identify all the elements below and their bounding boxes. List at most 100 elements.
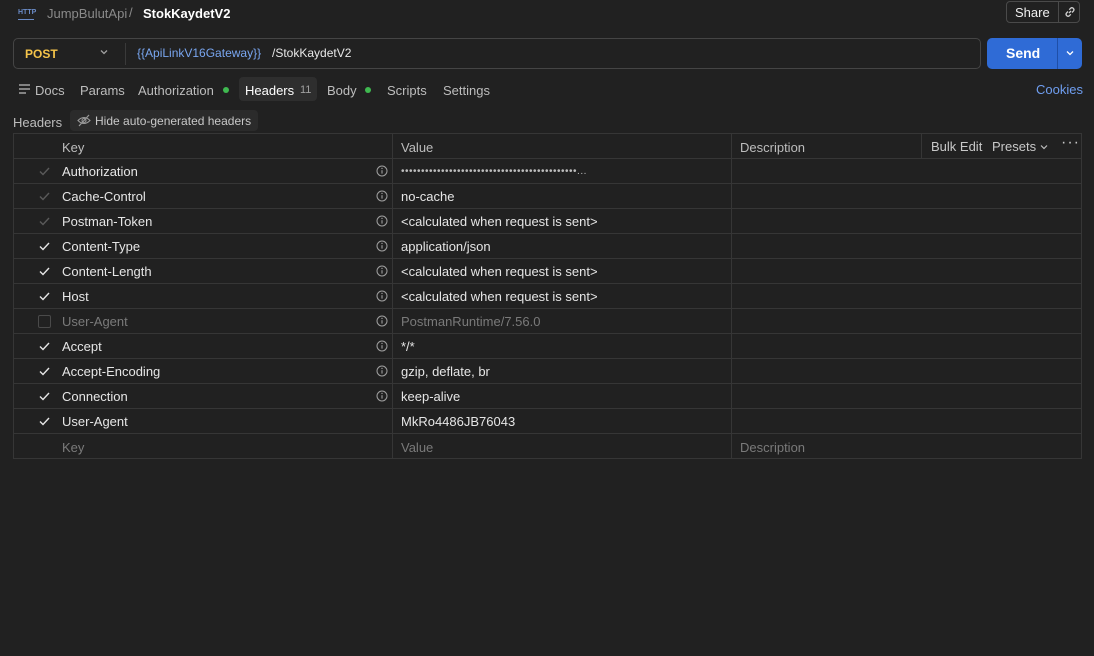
row-checkbox[interactable] [38, 340, 51, 353]
copy-link-icon[interactable] [1063, 5, 1077, 19]
new-header-row[interactable]: Key Value Description [14, 434, 1081, 459]
table-header-row: Key Value Description Bulk Edit Presets … [14, 134, 1081, 159]
authorization-status-dot [223, 87, 229, 93]
info-icon[interactable] [376, 315, 388, 327]
header-value[interactable]: application/json [401, 239, 491, 254]
row-checkbox[interactable] [38, 415, 51, 428]
tab-authorization[interactable]: Authorization [138, 83, 214, 98]
header-key[interactable]: Cache-Control [62, 189, 146, 204]
table-row[interactable]: Content-Length <calculated when request i… [14, 259, 1081, 284]
header-value[interactable]: <calculated when request is sent> [401, 214, 598, 229]
header-key[interactable]: Authorization [62, 164, 138, 179]
info-icon[interactable] [376, 265, 388, 277]
table-row[interactable]: User-Agent MkRo4486JB76043 [14, 409, 1081, 434]
header-key[interactable]: Content-Type [62, 239, 140, 254]
presets-button[interactable]: Presets [992, 139, 1036, 154]
eye-off-icon [77, 114, 91, 127]
new-value-input[interactable]: Value [401, 440, 433, 455]
column-description: Description [740, 140, 806, 155]
send-label: Send [1006, 45, 1041, 61]
tab-body[interactable]: Body [327, 83, 357, 98]
tab-params[interactable]: Params [80, 83, 125, 98]
header-value[interactable]: gzip, deflate, br [401, 364, 490, 379]
row-checkbox [39, 217, 50, 226]
header-key[interactable]: Postman-Token [62, 214, 152, 229]
header-value[interactable]: */* [401, 339, 415, 354]
table-row[interactable]: Connection keep-alive [14, 384, 1081, 409]
url-divider [125, 43, 126, 65]
table-row[interactable]: Cache-Control no-cache [14, 184, 1081, 209]
info-icon[interactable] [376, 240, 388, 252]
docs-icon [19, 84, 30, 94]
http-request-icon: HTTP [18, 7, 36, 20]
row-checkbox[interactable] [38, 290, 51, 303]
header-value[interactable]: ••••••••••••••••••••••••••••••••••••••••… [401, 166, 587, 177]
header-key[interactable]: Host [62, 289, 89, 304]
share-label: Share [1015, 5, 1050, 20]
headers-table: Key Value Description Bulk Edit Presets … [13, 133, 1082, 459]
header-key[interactable]: Content-Length [62, 264, 152, 279]
header-key[interactable]: Accept-Encoding [62, 364, 160, 379]
column-value: Value [401, 140, 434, 155]
table-row[interactable]: Accept */* [14, 334, 1081, 359]
header-key[interactable]: User-Agent [62, 414, 128, 429]
table-row[interactable]: Accept-Encoding gzip, deflate, br [14, 359, 1081, 384]
share-divider [1058, 2, 1059, 22]
header-value[interactable]: MkRo4486JB76043 [401, 414, 515, 429]
table-row[interactable]: Authorization •••••••••••••••••••••••••••… [14, 159, 1081, 184]
table-row[interactable]: Postman-Token <calculated when request is… [14, 209, 1081, 234]
send-divider [1057, 38, 1058, 69]
header-key[interactable]: Accept [62, 339, 102, 354]
tab-docs[interactable]: Docs [35, 83, 65, 98]
row-checkbox[interactable] [38, 365, 51, 378]
request-name[interactable]: StokKaydetV2 [143, 6, 230, 21]
new-description-input[interactable]: Description [740, 440, 805, 455]
row-checkbox[interactable] [38, 240, 51, 253]
header-value[interactable]: <calculated when request is sent> [401, 264, 598, 279]
url-path[interactable]: /StokKaydetV2 [272, 46, 351, 60]
method-select[interactable]: POST [25, 47, 58, 61]
send-button[interactable]: Send [987, 38, 1082, 69]
tab-scripts[interactable]: Scripts [387, 83, 427, 98]
table-row[interactable]: User-Agent PostmanRuntime/7.56.0 [14, 309, 1081, 334]
hide-auto-generated-button[interactable]: Hide auto-generated headers [70, 110, 258, 131]
row-checkbox[interactable] [38, 265, 51, 278]
more-options-icon[interactable]: ··· [1061, 134, 1080, 152]
row-checkbox[interactable] [38, 390, 51, 403]
new-key-input[interactable]: Key [62, 440, 84, 455]
column-key: Key [62, 140, 85, 155]
table-row[interactable]: Content-Type application/json [14, 234, 1081, 259]
info-icon[interactable] [376, 190, 388, 202]
table-row[interactable]: Host <calculated when request is sent> [14, 284, 1081, 309]
value-column-divider [731, 134, 732, 458]
tab-settings[interactable]: Settings [443, 83, 490, 98]
bulk-edit-button[interactable]: Bulk Edit [931, 139, 982, 154]
header-value[interactable]: keep-alive [401, 389, 460, 404]
info-icon[interactable] [376, 390, 388, 402]
url-variable[interactable]: {{ApiLinkV16Gateway}} [137, 46, 261, 60]
body-status-dot [365, 87, 371, 93]
send-options-chevron-icon[interactable] [1064, 47, 1076, 59]
presets-chevron-icon[interactable] [1039, 142, 1049, 152]
cookies-link[interactable]: Cookies [1036, 82, 1083, 97]
header-key[interactable]: User-Agent [62, 314, 128, 329]
share-button[interactable]: Share [1006, 1, 1080, 23]
tab-headers[interactable]: Headers [245, 83, 294, 98]
row-checkbox [39, 192, 50, 201]
info-icon[interactable] [376, 365, 388, 377]
headers-count-badge: 11 [300, 84, 312, 96]
top-bar: HTTP JumpBulutApi / StokKaydetV2 Share [0, 0, 1094, 28]
header-value[interactable]: no-cache [401, 189, 454, 204]
row-checkbox [39, 167, 50, 176]
url-bar[interactable]: POST {{ApiLinkV16Gateway}} /StokKaydetV2 [13, 38, 981, 69]
breadcrumb-collection[interactable]: JumpBulutApi [47, 6, 127, 21]
info-icon[interactable] [376, 165, 388, 177]
header-value[interactable]: PostmanRuntime/7.56.0 [401, 314, 540, 329]
info-icon[interactable] [376, 340, 388, 352]
row-checkbox[interactable] [38, 315, 51, 328]
header-key[interactable]: Connection [62, 389, 128, 404]
chevron-down-icon[interactable] [98, 46, 110, 58]
info-icon[interactable] [376, 290, 388, 302]
info-icon[interactable] [376, 215, 388, 227]
header-value[interactable]: <calculated when request is sent> [401, 289, 598, 304]
